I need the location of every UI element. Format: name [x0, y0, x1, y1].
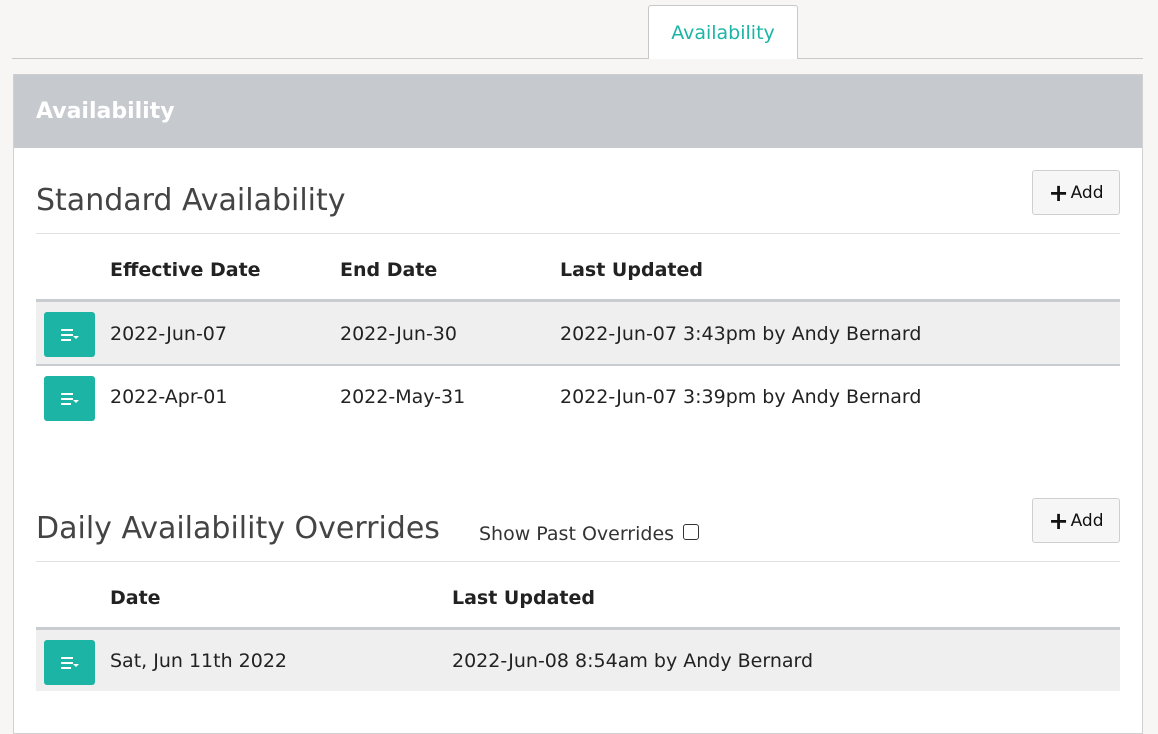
tab-bar: Availability	[12, 0, 1143, 59]
cell-date: Sat, Jun 11th 2022	[110, 649, 288, 672]
show-past-overrides-checkbox[interactable]	[683, 524, 699, 540]
column-header-effective-date: Effective Date	[110, 259, 261, 281]
tab-availability[interactable]: Availability	[648, 5, 798, 59]
availability-panel: Availability Standard Availability + Add…	[13, 74, 1143, 734]
add-override-button[interactable]: + Add	[1032, 498, 1120, 543]
table-row: 2022-Apr-01 2022-May-31 2022-Jun-07 3:39…	[36, 364, 1120, 428]
plus-icon: +	[1048, 506, 1069, 535]
plus-icon: +	[1048, 178, 1069, 207]
daily-overrides-title: Daily Availability Overrides	[36, 511, 440, 546]
table-row: 2022-Jun-07 2022-Jun-30 2022-Jun-07 3:43…	[36, 299, 1120, 365]
cell-end-date: 2022-Jun-30	[340, 322, 457, 345]
row-menu-button[interactable]	[44, 640, 95, 685]
cell-effective-date: 2022-Apr-01	[110, 386, 228, 408]
cell-effective-date: 2022-Jun-07	[110, 322, 227, 345]
list-dropdown-icon	[60, 392, 79, 405]
column-header-last-updated: Last Updated	[560, 259, 703, 281]
column-header-date: Date	[110, 587, 161, 609]
column-header-last-updated: Last Updated	[452, 587, 595, 609]
list-dropdown-icon	[60, 328, 79, 341]
show-past-overrides-label: Show Past Overrides	[479, 523, 675, 545]
cell-end-date: 2022-May-31	[340, 386, 466, 408]
standard-availability-title: Standard Availability	[36, 183, 346, 218]
list-dropdown-icon	[60, 656, 79, 669]
panel-title: Availability	[36, 99, 175, 124]
add-button-label: Add	[1070, 182, 1104, 203]
panel-header: Availability	[14, 75, 1142, 148]
cell-last-updated: 2022-Jun-07 3:43pm by Andy Bernard	[560, 322, 922, 345]
section-divider	[36, 233, 1120, 234]
cell-last-updated: 2022-Jun-07 3:39pm by Andy Bernard	[560, 386, 922, 408]
section-divider	[36, 561, 1120, 562]
add-button-label: Add	[1070, 510, 1104, 531]
column-header-end-date: End Date	[340, 259, 438, 281]
cell-last-updated: 2022-Jun-08 8:54am by Andy Bernard	[452, 649, 814, 672]
row-menu-button[interactable]	[44, 312, 95, 357]
table-row: Sat, Jun 11th 2022 2022-Jun-08 8:54am by…	[36, 627, 1120, 691]
add-standard-availability-button[interactable]: + Add	[1032, 170, 1120, 215]
row-menu-button[interactable]	[44, 376, 95, 421]
